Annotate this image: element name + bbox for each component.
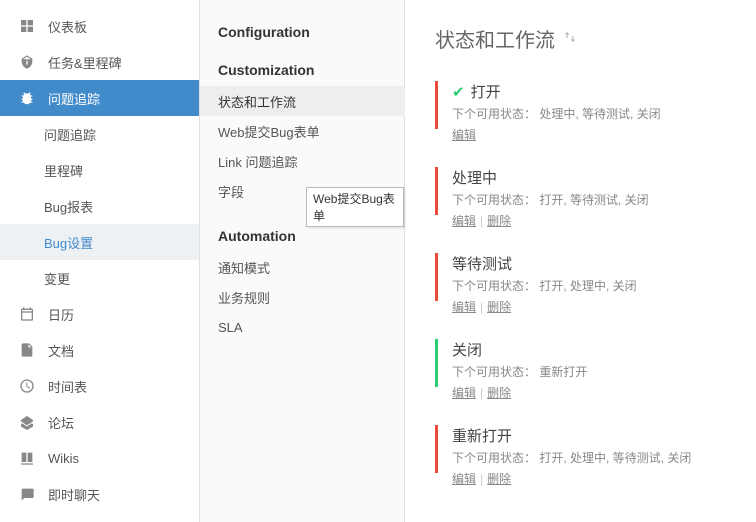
status-bar [435, 253, 438, 301]
status-actions: 编辑|删除 [452, 212, 756, 229]
sidebar: 仪表板任务&里程碑问题追踪问题追踪里程碑Bug报表Bug设置变更日历文档时间表论… [0, 0, 200, 522]
dashboard-icon [18, 17, 36, 35]
tooltip: Web提交Bug表单 [306, 187, 404, 227]
status-bar [435, 425, 438, 473]
nav-label: 任务&里程碑 [48, 53, 122, 72]
edit-link[interactable]: 编辑 [452, 386, 476, 400]
nav-subitem[interactable]: 变更 [0, 260, 199, 296]
doc-icon [18, 341, 36, 359]
status-item: 重新打开下个可用状态： 打开, 处理中, 等待测试, 关闭编辑|删除 [435, 425, 756, 487]
time-icon [18, 377, 36, 395]
status-item: ✔ 打开下个可用状态： 处理中, 等待测试, 关闭编辑 [435, 81, 756, 143]
status-next: 下个可用状态： 重新打开 [452, 363, 756, 380]
nav-item-forum[interactable]: 论坛 [0, 404, 199, 440]
nav-item-dashboard[interactable]: 仪表板 [0, 8, 199, 44]
nav-label: 问题追踪 [48, 89, 100, 108]
edit-link[interactable]: 编辑 [452, 214, 476, 228]
delete-link[interactable]: 删除 [487, 214, 511, 228]
nav-subitem[interactable]: 问题追踪 [0, 116, 199, 152]
status-bar [435, 167, 438, 215]
status-next: 下个可用状态： 处理中, 等待测试, 关闭 [452, 105, 756, 122]
status-actions: 编辑 [452, 126, 756, 143]
config-item[interactable]: SLA [218, 312, 404, 342]
status-bar [435, 81, 438, 129]
nav-label: 日历 [48, 305, 74, 324]
delete-link[interactable]: 删除 [487, 300, 511, 314]
nav-label: 时间表 [48, 377, 87, 396]
nav-item-calendar[interactable]: 日历 [0, 296, 199, 332]
config-item[interactable]: Link 问题追踪 [218, 146, 404, 176]
status-item: 处理中下个可用状态： 打开, 等待测试, 关闭编辑|删除 [435, 167, 756, 229]
main-column: 状态和工作流 ✔打开下个可用状态： 处理中, 等待测试, 关闭编辑处理中下个可用… [405, 0, 756, 522]
status-next: 下个可用状态： 打开, 处理中, 关闭 [452, 277, 756, 294]
config-item[interactable]: 状态和工作流 [200, 86, 405, 116]
wiki-icon [18, 449, 36, 467]
forum-icon [18, 413, 36, 431]
status-name: 处理中 [452, 167, 497, 188]
page-title-text: 状态和工作流 [435, 24, 555, 53]
chat-icon [18, 485, 36, 503]
config-item[interactable]: 通知模式 [218, 252, 404, 282]
config-section-title: Automation [218, 228, 404, 244]
status-name: 重新打开 [452, 425, 512, 446]
nav-item-bug[interactable]: 问题追踪 [0, 80, 199, 116]
nav-item-chat[interactable]: 即时聊天 [0, 476, 199, 512]
delete-link[interactable]: 删除 [487, 472, 511, 486]
status-item: 等待测试下个可用状态： 打开, 处理中, 关闭编辑|删除 [435, 253, 756, 315]
bug-icon [18, 89, 36, 107]
check-icon: ✔ [452, 83, 465, 101]
config-item[interactable]: Web提交Bug表单 [218, 116, 404, 146]
nav-subitem[interactable]: 里程碑 [0, 152, 199, 188]
status-actions: 编辑|删除 [452, 384, 756, 401]
edit-link[interactable]: 编辑 [452, 472, 476, 486]
edit-link[interactable]: 编辑 [452, 300, 476, 314]
nav-item-time[interactable]: 时间表 [0, 368, 199, 404]
nav-label: 即时聊天 [48, 485, 100, 504]
nav-label: 论坛 [48, 413, 74, 432]
nav-subitem[interactable]: Bug报表 [0, 188, 199, 224]
status-item: 关闭下个可用状态： 重新打开编辑|删除 [435, 339, 756, 401]
status-name: 等待测试 [452, 253, 512, 274]
config-item[interactable]: 业务规则 [218, 282, 404, 312]
nav-label: Wikis [48, 451, 79, 466]
config-heading: Configuration [218, 24, 404, 40]
nav-subitem[interactable]: Bug设置 [0, 224, 199, 260]
page-title: 状态和工作流 [435, 24, 756, 53]
status-name: 打开 [471, 81, 501, 102]
edit-link[interactable]: 编辑 [452, 128, 476, 142]
nav-item-wiki[interactable]: Wikis [0, 440, 199, 476]
status-actions: 编辑|删除 [452, 470, 756, 487]
milestone-icon [18, 53, 36, 71]
nav-label: 文档 [48, 341, 74, 360]
status-next: 下个可用状态： 打开, 处理中, 等待测试, 关闭 [452, 449, 756, 466]
sort-icon[interactable] [563, 27, 577, 50]
nav-item-milestone[interactable]: 任务&里程碑 [0, 44, 199, 80]
calendar-icon [18, 305, 36, 323]
config-section-title: Customization [218, 62, 404, 78]
delete-link[interactable]: 删除 [487, 386, 511, 400]
nav-item-doc[interactable]: 文档 [0, 332, 199, 368]
config-column: Configuration Customization状态和工作流Web提交Bu… [200, 0, 405, 522]
status-actions: 编辑|删除 [452, 298, 756, 315]
status-next: 下个可用状态： 打开, 等待测试, 关闭 [452, 191, 756, 208]
status-name: 关闭 [452, 339, 482, 360]
nav-label: 仪表板 [48, 17, 87, 36]
status-bar [435, 339, 438, 387]
